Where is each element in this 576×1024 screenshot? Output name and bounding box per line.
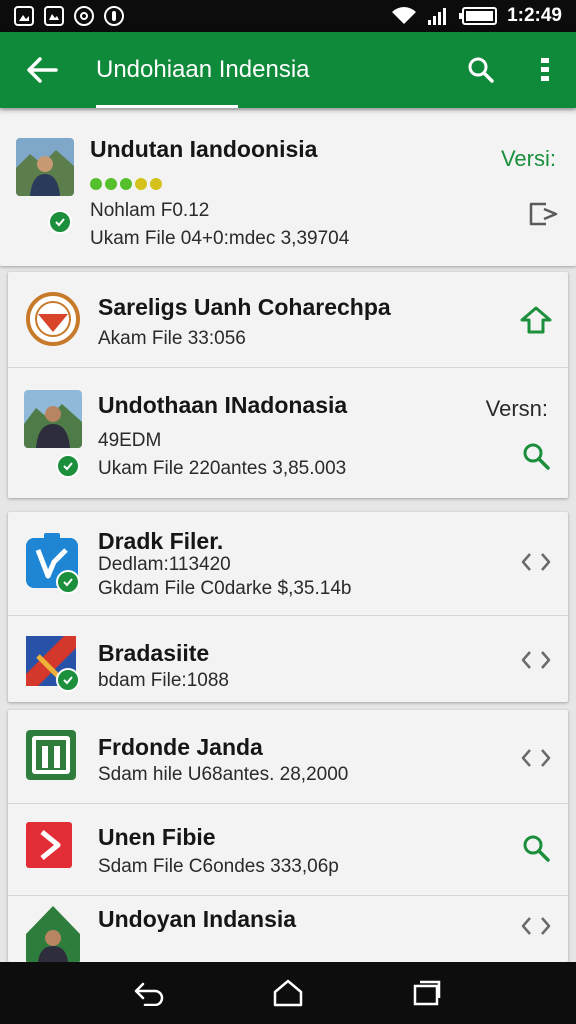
sync-icon xyxy=(74,6,94,26)
code-arrows-icon xyxy=(521,651,551,669)
version-label: Versi: xyxy=(500,146,556,171)
item-subtitle: bdam File:1088 xyxy=(98,670,229,691)
code-button[interactable] xyxy=(518,544,554,580)
app-bar: Undohiaan Indensia xyxy=(0,32,576,108)
wifi-icon xyxy=(392,7,417,24)
item-title: Unen Fibie xyxy=(98,824,216,850)
app-card: Dradk Filer. Dedlam:113420 Gkdam File C0… xyxy=(8,512,568,702)
app-card: Frdonde Janda Sdam hile U68antes. 28,200… xyxy=(8,710,568,962)
alert-icon xyxy=(104,6,124,26)
app-thumbnail xyxy=(16,138,74,196)
installed-badge-icon xyxy=(48,210,72,234)
list-item[interactable]: Frdonde Janda Sdam hile U68antes. 28,200… xyxy=(8,710,568,804)
installed-badge-icon xyxy=(56,668,80,692)
overflow-menu-button[interactable] xyxy=(530,50,560,90)
search-icon xyxy=(523,443,550,470)
rating-stars xyxy=(90,178,162,190)
code-button[interactable] xyxy=(518,908,554,944)
app-thumbnail xyxy=(24,728,82,786)
notification-icons xyxy=(14,6,124,26)
status-bar: 1:2:49 xyxy=(0,0,576,32)
search-button[interactable] xyxy=(518,830,554,866)
upload-icon xyxy=(520,306,552,334)
star-icon xyxy=(120,178,132,190)
open-button[interactable] xyxy=(526,196,562,232)
search-button[interactable] xyxy=(518,438,554,474)
list-item[interactable]: Dradk Filer. Dedlam:113420 Gkdam File C0… xyxy=(8,512,568,616)
gallery-icon xyxy=(44,6,64,26)
recents-icon xyxy=(413,980,440,1006)
item-subtitle: Akam File 33:056 xyxy=(98,328,246,349)
app-card: Undutan Iandoonisia Nohlam F0.12 Ukam Fi… xyxy=(0,110,576,266)
item-detail: Gkdam File C0darke $,35.14b xyxy=(98,578,352,599)
star-icon xyxy=(150,178,162,190)
item-subtitle: Nohlam F0.12 xyxy=(90,200,210,221)
list-item[interactable]: Undothaan INadonasia 49EDM Ukam File 220… xyxy=(8,368,568,498)
photo-icon xyxy=(14,6,34,26)
item-subtitle: Sdam hile U68antes. 28,2000 xyxy=(98,764,349,785)
list-item[interactable]: Undutan Iandoonisia Nohlam F0.12 Ukam Fi… xyxy=(0,110,576,266)
back-icon xyxy=(135,982,164,1006)
nav-back-button[interactable] xyxy=(129,973,169,1013)
list-item[interactable]: Bradasiite bdam File:1088 xyxy=(8,616,568,702)
search-icon xyxy=(468,57,494,83)
item-title: Undutan Iandoonisia xyxy=(90,136,318,162)
nav-home-button[interactable] xyxy=(268,973,308,1013)
code-arrows-icon xyxy=(521,553,551,571)
code-button[interactable] xyxy=(518,740,554,776)
share-button[interactable] xyxy=(518,302,554,338)
home-icon xyxy=(273,979,303,1007)
list-item[interactable]: Undoyan Indansia xyxy=(8,896,568,962)
app-card: Sareligs Uanh Coharechpa Akam File 33:05… xyxy=(8,272,568,498)
version-label: Versn: xyxy=(485,396,548,421)
app-thumbnail xyxy=(24,290,82,348)
star-icon xyxy=(90,178,102,190)
code-button[interactable] xyxy=(518,642,554,678)
signal-icon xyxy=(428,8,447,25)
code-arrows-icon xyxy=(521,917,551,935)
arrow-left-icon xyxy=(27,57,58,83)
app-title: Undohiaan Indensia xyxy=(96,32,310,108)
item-detail: Ukam File 220antes 3,85.003 xyxy=(98,458,347,479)
item-title: Undothaan INadonasia xyxy=(98,392,348,418)
nav-recents-button[interactable] xyxy=(407,973,447,1013)
item-subtitle: Dedlam:113420 xyxy=(98,554,231,575)
code-arrows-icon xyxy=(521,749,551,767)
list-item[interactable]: Sareligs Uanh Coharechpa Akam File 33:05… xyxy=(8,272,568,368)
search-button[interactable] xyxy=(460,50,502,90)
star-icon xyxy=(105,178,117,190)
item-title: Frdonde Janda xyxy=(98,734,263,760)
overflow-menu-icon xyxy=(541,58,549,81)
item-subtitle: 49EDM xyxy=(98,430,162,451)
item-title: Sareligs Uanh Coharechpa xyxy=(98,294,391,320)
installed-badge-icon xyxy=(56,454,80,478)
list-item[interactable]: Unen Fibie Sdam File C6ondes 333,06p xyxy=(8,804,568,896)
app-thumbnail xyxy=(24,390,82,448)
star-icon xyxy=(135,178,147,190)
back-button[interactable] xyxy=(12,32,72,108)
clock: 1:2:49 xyxy=(507,5,562,26)
system-nav-bar xyxy=(0,962,576,1024)
battery-icon xyxy=(459,7,498,25)
search-icon xyxy=(523,835,550,862)
open-external-icon xyxy=(529,202,558,226)
app-thumbnail xyxy=(24,904,82,962)
item-title: Undoyan Indansia xyxy=(98,906,297,932)
installed-badge-icon xyxy=(56,570,80,594)
item-title: Bradasiite xyxy=(98,640,210,666)
app-thumbnail xyxy=(24,820,82,878)
item-subtitle: Sdam File C6ondes 333,06p xyxy=(98,856,339,877)
item-title: Dradk Filer. xyxy=(98,528,224,554)
item-detail: Ukam File 04+0:mdec 3,39704 xyxy=(90,228,350,249)
